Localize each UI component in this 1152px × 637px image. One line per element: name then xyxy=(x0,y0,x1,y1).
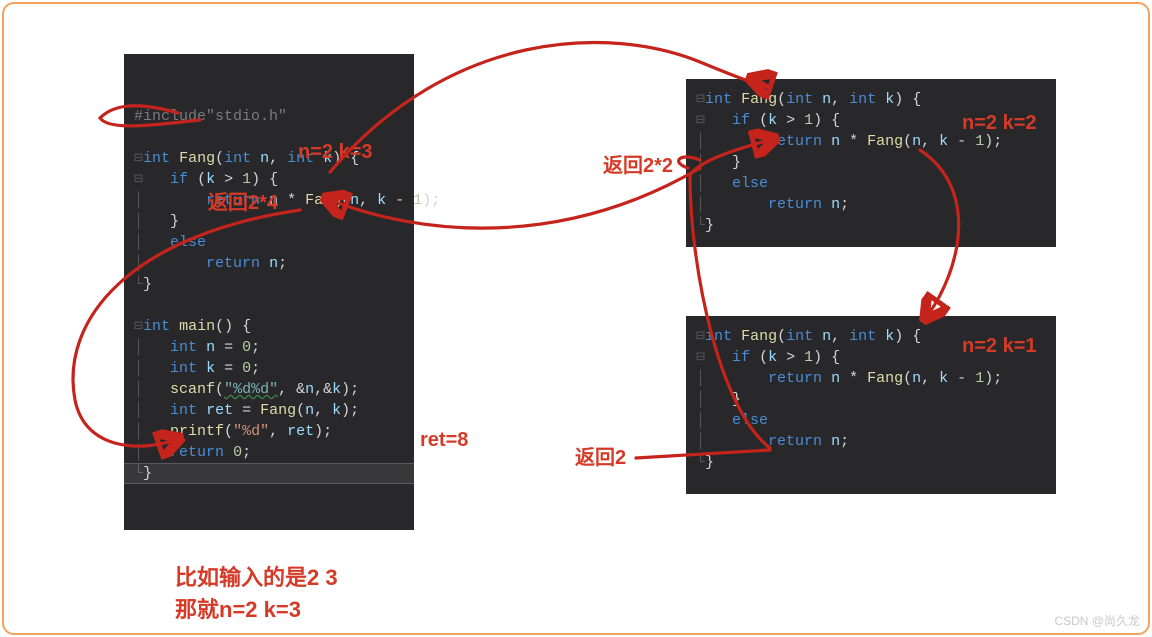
annotation-return-2: 返回2 xyxy=(575,441,626,470)
annotation-return-2x4: 返回2*4 xyxy=(208,186,278,215)
annotation-nk-r1: n=2 k=2 xyxy=(962,112,1037,135)
explanation-line-1: 比如输入的是2 3 xyxy=(175,560,338,592)
annotation-nk-r2: n=2 k=1 xyxy=(962,335,1037,358)
annotation-ret-equals: ret=8 xyxy=(420,429,468,452)
explanation-line-2: 那就n=2 k=3 xyxy=(175,592,301,624)
watermark: CSDN @尚久龙 xyxy=(1054,612,1140,629)
code-block-recursion-1: ⊟int Fang(int n, int k) { ⊟ if (k > 1) {… xyxy=(686,79,1056,247)
code-block-main: #include"stdio.h" ⊟int Fang(int n, int k… xyxy=(124,54,414,530)
code-line: #include"stdio.h" xyxy=(134,108,287,125)
annotation-nk-left: n=2 k=3 xyxy=(298,141,373,164)
annotation-return-2x2: 返回2*2 xyxy=(603,149,673,178)
